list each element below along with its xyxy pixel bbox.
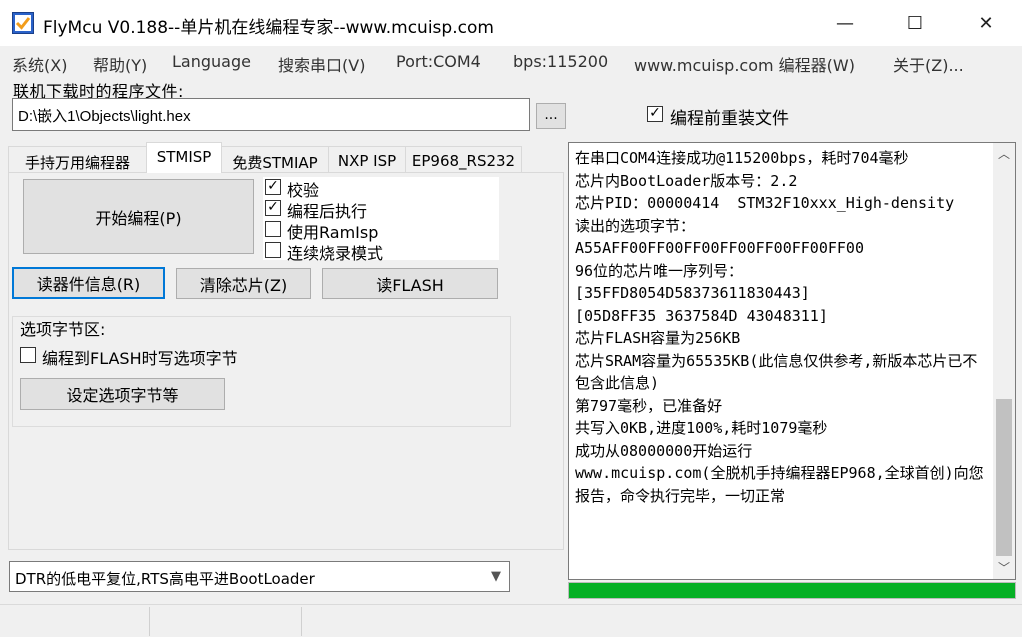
menu-language[interactable]: Language [172,52,251,71]
scroll-down-icon[interactable]: ﹀ [993,559,1015,577]
log-line: 芯片SRAM容量为65535KB(此信息仅供参考,新版本芯片已不包含此信息) [575,351,978,393]
option-group-title: 选项字节区: [20,320,106,339]
tab-ep968[interactable]: EP968_RS232 [405,146,522,173]
run-after-checkbox[interactable]: ✓ [265,200,281,216]
write-option-checkbox[interactable] [20,347,36,363]
reload-checkbox[interactable]: ✓ [647,106,663,122]
log-line: 芯片内BootLoader版本号：2.2 [575,171,798,190]
log-output[interactable]: 在串口COM4连接成功@115200bps，耗时704毫秒 芯片内BootLoad… [568,142,1016,580]
log-text: 在串口COM4连接成功@115200bps，耗时704毫秒 芯片内BootLoad… [575,147,991,507]
start-program-button[interactable]: 开始编程(P) [23,179,254,254]
progress-fill [569,583,1015,598]
status-cell [302,607,1022,636]
log-line: A55AFF00FF00FF00FF00FF00FF00FF00 [575,239,864,257]
set-option-button[interactable]: 设定选项字节等 [20,378,225,410]
read-info-button[interactable]: 读器件信息(R) [12,267,165,299]
check-icon: ✓ [267,178,279,194]
chevron-down-icon[interactable]: ▼ [484,563,508,590]
log-line: 第797毫秒，已准备好 [575,396,723,415]
status-bar [0,604,1022,637]
status-cell [150,607,302,636]
window-title: FlyMcu V0.188--单片机在线编程专家--www.mcuisp.com [43,18,494,38]
menu-programmer[interactable]: www.mcuisp.com 编程器(W) [634,52,855,76]
log-line: 成功从08000000开始运行 [575,441,753,460]
close-button[interactable]: ✕ [951,0,1021,46]
ramisp-checkbox[interactable] [265,221,281,237]
log-line: 共写入0KB,进度100%,耗时1079毫秒 [575,419,828,437]
scroll-thumb[interactable] [996,399,1012,556]
title-bar: FlyMcu V0.188--单片机在线编程专家--www.mcuisp.com… [0,0,1022,46]
verify-checkbox[interactable]: ✓ [265,179,281,195]
check-icon: ✓ [649,105,661,121]
log-line: [35FFD8054D58373611830443] [575,284,810,302]
status-cell [0,607,150,636]
tab-nxp-isp[interactable]: NXP ISP [328,146,406,173]
scroll-up-icon[interactable]: ︿ [993,145,1015,163]
minimize-icon: — [836,12,854,34]
menu-port[interactable]: Port:COM4 [396,52,481,71]
continuous-checkbox[interactable] [265,242,281,258]
reload-label: 编程前重装文件 [670,109,789,129]
close-icon: ✕ [978,12,994,34]
tab-handheld[interactable]: 手持万用编程器 [8,146,147,173]
write-option-label: 编程到FLASH时写选项字节 [42,349,238,368]
log-line: 芯片FLASH容量为256KB [575,329,741,347]
reset-mode-select[interactable]: DTR的低电平复位,RTS高电平进BootLoader [9,561,510,592]
check-box-app-icon [12,12,34,34]
log-line: www.mcuisp.com(全脱机手持编程器EP968,全球首创)向您报告，命… [575,464,984,505]
file-path-input[interactable]: D:\嵌入1\Objects\light.hex [12,98,530,131]
log-line: [05D8FF35 3637584D 43048311] [575,306,828,325]
maximize-icon: ☐ [906,12,924,34]
progress-bar [568,582,1016,599]
maximize-button[interactable]: ☐ [880,0,950,46]
read-flash-button[interactable]: 读FLASH [322,268,498,299]
scrollbar[interactable]: ︿ ﹀ [993,143,1015,579]
continuous-label: 连续烧录模式 [287,244,384,263]
menu-bar: 系统(X) 帮助(Y) Language 搜索串口(V) Port:COM4 b… [0,47,1022,75]
minimize-button[interactable]: — [810,0,880,46]
log-line: 96位的芯片唯一序列号： [575,261,744,280]
log-line: 芯片PID：00000414 STM32F10xxx_High-density [575,194,955,212]
check-icon: ✓ [267,199,279,215]
log-line: 读出的选项字节： [575,216,696,235]
menu-search-port[interactable]: 搜索串口(V) [278,52,365,76]
menu-system[interactable]: 系统(X) [12,52,67,76]
menu-about[interactable]: 关于(Z)... [893,52,964,76]
menu-bps[interactable]: bps:115200 [513,52,608,71]
tab-stmiap[interactable]: 免费STMIAP [221,146,329,173]
tab-stmisp[interactable]: STMISP [146,142,222,173]
browse-button[interactable]: ... [536,103,566,129]
erase-chip-button[interactable]: 清除芯片(Z) [176,268,311,299]
log-line: 在串口COM4连接成功@115200bps，耗时704毫秒 [575,149,909,167]
menu-help[interactable]: 帮助(Y) [93,52,147,76]
